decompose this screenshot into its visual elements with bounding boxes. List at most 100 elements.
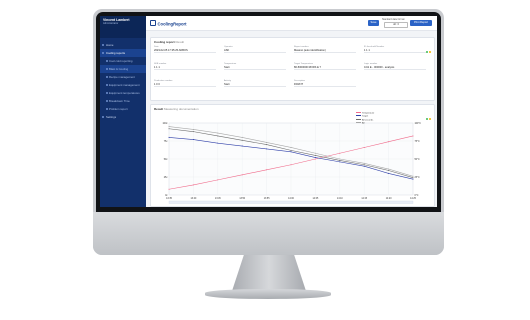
detail-value: 1 0 0: [154, 83, 216, 88]
sidebar-item[interactable]: Cooling reports: [100, 49, 146, 57]
data-point: [168, 126, 170, 128]
legend-swatch: [356, 118, 361, 120]
right-tick-label: 25°C: [415, 177, 420, 179]
sidebar-item[interactable]: Blast & Cooling: [100, 65, 146, 73]
sidebar-item-label: Cool cold reporting: [109, 59, 133, 63]
details-subtitle: Result: [175, 40, 185, 44]
user-role: Administrator: [103, 22, 119, 25]
time-format-label: Standard date format: [382, 17, 405, 21]
data-point: [168, 128, 170, 130]
legend-swatch: [356, 121, 361, 123]
x-tick-label: 13:35: [166, 198, 172, 200]
monitor-chin: [93, 212, 444, 255]
left-tick-label: 0c: [165, 195, 168, 197]
bullet-icon: [105, 84, 108, 86]
detail-field: Date 2023-02-05 17:35:25 ADBOS: [154, 46, 216, 54]
data-point: [266, 148, 268, 150]
data-point: [168, 136, 170, 138]
sidebar-item-label: Home: [106, 43, 114, 47]
legend-label: All seconds: [362, 119, 374, 122]
sidebar-item-label: Blast & Cooling: [109, 67, 129, 71]
data-point: [290, 151, 292, 153]
data-point: [217, 135, 219, 137]
save-button[interactable]: Save: [368, 20, 379, 26]
x-tick-label: 13:50: [239, 198, 245, 200]
detail-value: Start: [224, 83, 286, 88]
sidebar-item[interactable]: Cool cold reporting: [100, 57, 146, 65]
sidebar-item[interactable]: Recipe management: [100, 73, 146, 81]
detail-field: Activity Start: [224, 80, 286, 88]
top-bar: CoolingReport Save Standard date format …: [146, 16, 437, 31]
data-point: [266, 141, 268, 143]
bullet-icon: [102, 116, 104, 118]
data-point: [339, 158, 341, 160]
sidebar-header: Vincent Lambert Administrator: [100, 16, 146, 38]
chart-legend: Temperature Target All seconds All: [356, 112, 374, 125]
sidebar-item[interactable]: Equipment management: [100, 81, 146, 89]
data-point: [192, 131, 194, 133]
result-card: Result Measuring documentation 13:35 13:4…: [150, 104, 435, 207]
sidebar-item-label: Equipment temperatures: [109, 91, 140, 95]
data-point: [363, 146, 365, 148]
data-point: [314, 154, 316, 156]
right-tick-label: 100°C: [415, 123, 422, 125]
data-point: [192, 128, 194, 130]
x-tick-label: 14:25: [410, 198, 416, 200]
report-icon: [150, 20, 156, 26]
detail-value: F00/FIT: [294, 83, 356, 88]
legend-label: All: [362, 122, 365, 125]
data-point: [266, 144, 268, 146]
detail-value: 1 1 1: [154, 66, 216, 71]
sidebar-item[interactable]: Settings: [100, 113, 146, 121]
sidebar-menu: Home Cooling reports Cool cold reporting Bl…: [100, 41, 146, 121]
data-point: [217, 132, 219, 134]
sidebar: Vincent Lambert Administrator Home Coolin…: [100, 16, 146, 207]
data-point: [388, 172, 390, 174]
detail-field: Operator ASK: [224, 46, 286, 54]
data-point: [412, 178, 414, 180]
data-point: [192, 184, 194, 186]
detail-value: 2023-02-05 17:35:25 ADBOS: [154, 49, 216, 54]
sidebar-item[interactable]: Home: [100, 41, 146, 49]
data-point: [266, 169, 268, 171]
print-report-button[interactable]: Print Report: [410, 20, 432, 26]
detail-field: Temperature Start: [224, 63, 286, 71]
bullet-icon: [102, 52, 104, 54]
detail-value: 1 1 1: [364, 49, 426, 54]
data-point: [388, 141, 390, 143]
detail-field: Description F00/FIT: [294, 80, 356, 88]
sidebar-item[interactable]: Breakdown Time: [100, 97, 146, 105]
legend-item[interactable]: All: [356, 121, 374, 125]
sidebar-item-label: Recipe management: [109, 75, 135, 79]
data-point: [290, 146, 292, 148]
data-point: [290, 149, 292, 151]
detail-field: ID threshold Number 1 1 1: [364, 46, 426, 54]
detail-value: 80-5000000 RFIDS E 7: [294, 66, 356, 71]
data-point: [314, 152, 316, 154]
data-point: [388, 170, 390, 172]
bullet-icon: [105, 60, 108, 62]
data-point: [339, 159, 341, 161]
x-tick-label: 14:15: [361, 198, 367, 200]
sidebar-item-label: Settings: [106, 115, 117, 119]
sidebar-item-label: Cooling reports: [106, 51, 125, 55]
time-format-select[interactable]: dd : 0: [384, 22, 408, 28]
bullet-icon: [105, 76, 108, 78]
data-point: [241, 145, 243, 147]
data-point: [241, 174, 243, 176]
data-point: [192, 139, 194, 141]
data-point: [339, 152, 341, 154]
sidebar-item[interactable]: Problem report: [100, 105, 146, 113]
legend-swatch: [356, 115, 361, 117]
cooling-chart: 13:35 13:40 13:45 13:50 13:55 14:00 14:05 14:10…: [163, 122, 422, 204]
legend-label: Target: [362, 115, 369, 118]
app-brand: CoolingReport: [150, 20, 187, 26]
detail-value: Massno (auto identification): [294, 49, 356, 54]
detail-field: Production number 1 0 0: [154, 80, 216, 88]
left-tick-label: 100c: [163, 123, 169, 125]
detail-value: Start: [224, 66, 286, 71]
sidebar-item[interactable]: Equipment temperatures: [100, 89, 146, 97]
sidebar-item-label: Equipment management: [109, 83, 140, 87]
data-point: [168, 188, 170, 190]
detail-value: 0-91 E - 000000 - analysis: [364, 66, 426, 71]
